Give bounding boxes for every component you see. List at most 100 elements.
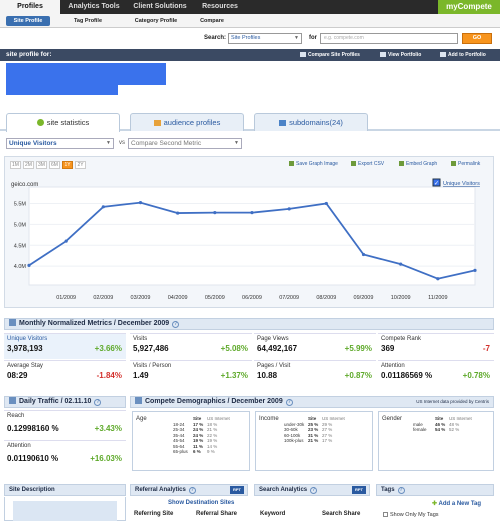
metric-change: +3.66% — [94, 344, 122, 353]
demo-group: female — [413, 427, 427, 432]
metric-change: +0.87% — [344, 371, 372, 380]
x-tick-label: 01/2009 — [56, 295, 76, 301]
subnav-tag-profile[interactable]: Tag Profile — [66, 16, 110, 26]
site-name-redacted — [6, 63, 166, 85]
site-description-placeholder — [13, 501, 117, 521]
y-tick-label: 4.0M — [14, 264, 27, 270]
nav-analytics-tools[interactable]: Analytics Tools — [62, 0, 126, 14]
metric-change: -1.84% — [96, 371, 122, 380]
primary-metric-select[interactable]: Unique Visitors ▼ — [6, 138, 114, 149]
add-to-portfolio-link[interactable]: Add to Portfolio — [440, 52, 486, 58]
help-icon[interactable]: ? — [310, 487, 318, 494]
search-analytics-header: Search Analytics? RPT — [254, 484, 370, 496]
profile-title: site profile for: — [6, 51, 52, 58]
metric-label: Visits — [133, 336, 148, 342]
daily-icon — [9, 397, 16, 404]
income-box: Income Site US Internet under-30k 25 % 29 % 3… — [255, 411, 373, 471]
mycompete-button[interactable]: myCompete — [438, 0, 500, 14]
portfolio-icon — [380, 52, 386, 58]
subdomains-icon — [279, 120, 287, 126]
subnav-category-profile[interactable]: Category Profile — [126, 16, 186, 26]
metric-cell[interactable]: Unique Visitors 3,978,193 +3.66% — [4, 333, 126, 359]
monthly-title: Monthly Normalized Metrics / December 20… — [19, 320, 170, 327]
add-portfolio-label: Add to Portfolio — [448, 52, 486, 58]
metric-cell: Attention 0.01186569 % +0.78% — [378, 360, 494, 386]
add-new-tag-link[interactable]: ✚ Add a New Tag — [432, 500, 481, 507]
referral-share-col: Referral Share — [196, 511, 238, 517]
gender-box: Gender Site US Internet male 46 % 48 % female… — [378, 411, 494, 471]
show-only-my-tags[interactable]: Show Only My Tags — [383, 512, 439, 518]
metric-cell: Compete Rank 369 -7 — [378, 333, 494, 359]
plot-area — [28, 186, 476, 286]
legend-label: Unique Visitors — [443, 181, 480, 187]
compare-site-profiles-link[interactable]: Compare Site Profiles — [300, 52, 360, 58]
metrics-icon — [9, 319, 16, 326]
go-button[interactable]: GO — [462, 33, 492, 44]
main-tabs: site statistics audience profiles subdom… — [0, 111, 500, 132]
metric-value: 5,927,486 — [133, 344, 169, 353]
line-chart: geico.com ✓ Unique Visitors 4.0M 4.5M 5.0M 5.5… — [11, 178, 480, 301]
demographics-title: Compete Demographics / December 2009 — [145, 398, 283, 405]
help-icon[interactable]: ? — [397, 487, 405, 494]
show-destination-sites-link[interactable]: Show Destination Sites — [168, 500, 234, 506]
check-icon: ✓ — [434, 181, 439, 187]
data-point — [101, 205, 105, 209]
help-icon[interactable]: ? — [285, 399, 293, 406]
metric-cell: Visits 5,927,486 +5.08% — [130, 333, 252, 359]
view-portfolio-label: View Portfolio — [388, 52, 422, 58]
demo-site-value: 6 % — [193, 449, 201, 454]
metric-value: 0.01186569 % — [381, 371, 433, 380]
income-table: Site US Internet under-30k 25 % 29 % 30-60k 23… — [284, 416, 345, 444]
nav-profiles[interactable]: Profiles — [0, 0, 60, 14]
help-icon[interactable]: ? — [172, 321, 180, 328]
nav-client-solutions[interactable]: Client Solutions — [128, 0, 192, 14]
x-tick-label: 07/2009 — [279, 295, 299, 301]
view-portfolio-link[interactable]: View Portfolio — [380, 52, 421, 58]
site-label: geico.com — [11, 182, 38, 188]
show-only-my-tags-label: Show Only My Tags — [390, 512, 439, 518]
metric-value: 3,978,193 — [7, 344, 43, 353]
metric-value: 1.49 — [133, 371, 149, 380]
tab-audience-profiles[interactable]: audience profiles — [130, 113, 244, 131]
profile-bar: site profile for: Compare Site Profiles … — [0, 49, 500, 61]
chevron-down-icon: ▼ — [294, 35, 299, 41]
subdomain-count: (24) — [329, 118, 343, 127]
help-icon[interactable]: ? — [188, 487, 196, 494]
chevron-down-icon: ▼ — [106, 140, 111, 146]
x-tick-label: 05/2009 — [205, 295, 225, 301]
demographics-icon — [135, 397, 142, 404]
tags-title: Tags — [381, 487, 395, 493]
site-statistics-icon — [36, 119, 44, 126]
demographics-header: Compete Demographics / December 2009? US … — [130, 396, 494, 408]
metric-change: -7 — [482, 344, 490, 353]
demo-row: 65-plus 6 % 9 % — [173, 449, 230, 455]
report-badge[interactable]: RPT — [230, 486, 244, 494]
metric-value: 369 — [381, 344, 395, 353]
report-badge[interactable]: RPT — [352, 486, 366, 494]
help-icon[interactable]: ? — [94, 399, 102, 406]
metric-label: Compete Rank — [381, 336, 422, 342]
tab-subdomains[interactable]: subdomains(24) — [254, 113, 368, 131]
x-tick-label: 02/2009 — [93, 295, 113, 301]
site-url-redacted — [6, 85, 118, 95]
subnav-site-profile[interactable]: Site Profile — [6, 16, 50, 26]
y-tick-label: 5.5M — [14, 201, 27, 207]
search-input[interactable]: e.g. compete.com — [320, 33, 458, 44]
referring-site-col: Referring Site — [134, 511, 174, 517]
subnav-compare[interactable]: Compare — [194, 16, 230, 26]
tab-site-statistics[interactable]: site statistics — [6, 113, 120, 132]
checkbox[interactable] — [383, 512, 388, 518]
nav-resources[interactable]: Resources — [194, 0, 246, 14]
demographics-note: US Internet data provided by Centris — [416, 399, 489, 404]
attention-label: Attention — [7, 443, 31, 449]
metric-change: +1.37% — [220, 371, 248, 380]
income-label: Income — [259, 416, 279, 422]
data-point — [64, 239, 68, 243]
for-label: for — [309, 35, 317, 41]
data-point — [213, 211, 217, 215]
x-tick-label: 10/2009 — [391, 295, 411, 301]
search-type-select[interactable]: Site Profiles ▼ — [228, 33, 302, 44]
vs-label: vs — [119, 140, 125, 146]
gender-table: Site US Internet male 46 % 48 % female 54 % 52 … — [413, 416, 472, 433]
secondary-metric-select[interactable]: Compare Second Metric ▼ — [128, 138, 242, 149]
